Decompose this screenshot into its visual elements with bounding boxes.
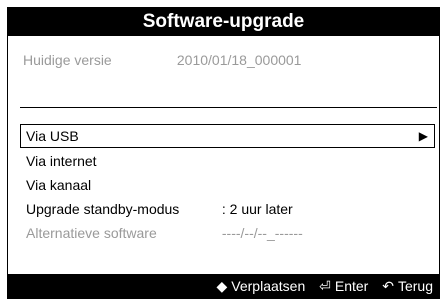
menu-item-upgrade-standby[interactable]: Upgrade standby-modus : 2 uur later (20, 197, 435, 221)
dialog-title: Software-upgrade (8, 8, 439, 36)
return-icon: ↶ (382, 278, 394, 294)
menu-item-via-kanaal[interactable]: Via kanaal (20, 173, 435, 197)
hint-enter-label: Enter (334, 278, 369, 294)
divider (20, 107, 437, 108)
standby-value: : 2 uur later (221, 201, 293, 217)
current-version-label: Huidige versie (23, 52, 112, 68)
hint-move-label: Verplaatsen (231, 278, 306, 294)
menu-item-label: Via kanaal (26, 177, 92, 193)
menu-item-label: Via USB (26, 128, 79, 144)
footer-hint-bar: ◆ Verplaatsen ⏎ Enter ↶ Terug (8, 274, 439, 298)
alternative-software-value: ----/--/--_------ (221, 225, 303, 241)
hint-return: ↶ Terug (382, 274, 433, 298)
hint-move: ◆ Verplaatsen (217, 274, 306, 298)
hint-return-label: Terug (397, 278, 433, 294)
up-down-arrows-icon: ◆ (216, 278, 228, 294)
menu-item-via-usb[interactable]: Via USB ▶ (20, 124, 435, 148)
software-upgrade-dialog: Software-upgrade Huidige versie 2010/01/… (7, 7, 440, 299)
hint-enter: ⏎ Enter (319, 274, 368, 298)
menu-item-alternative-software: Alternatieve software ----/--/--_------ (20, 221, 435, 245)
current-version-row: Huidige versie 2010/01/18_000001 (23, 52, 301, 68)
enter-icon: ⏎ (319, 278, 331, 294)
current-version-value: 2010/01/18_000001 (176, 52, 302, 68)
menu-item-label: Alternatieve software (26, 225, 157, 241)
menu-item-label: Via internet (26, 153, 97, 169)
arrow-right-icon: ▶ (418, 129, 428, 143)
menu-item-label: Upgrade standby-modus (26, 201, 180, 217)
menu-item-via-internet[interactable]: Via internet (20, 149, 435, 173)
